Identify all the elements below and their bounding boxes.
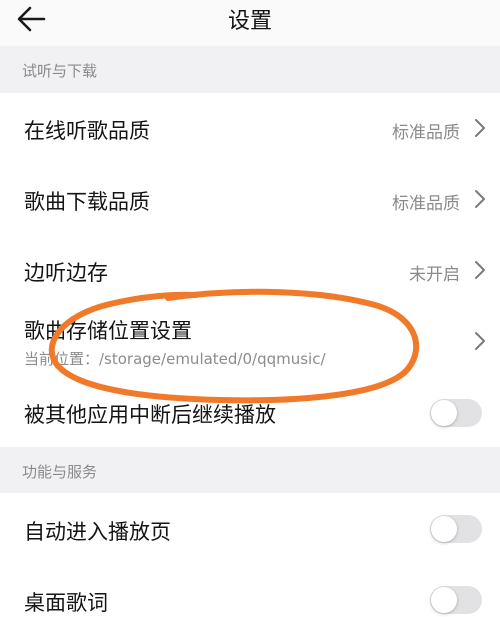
page-title: 设置: [227, 9, 272, 34]
toggle-knob: [431, 516, 457, 542]
toggle-switch[interactable]: [430, 586, 482, 614]
setting-download-quality[interactable]: 歌曲下载品质 标准品质: [0, 163, 500, 235]
setting-label: 自动进入播放页: [24, 520, 171, 544]
setting-continue-after-interrupt[interactable]: 被其他应用中断后继续播放: [0, 383, 500, 447]
setting-value: 标准品质: [392, 194, 460, 214]
setting-storage-location[interactable]: 歌曲存储位置设置 当前位置：/storage/emulated/0/qqmusi…: [0, 305, 500, 383]
toggle-knob: [431, 400, 457, 426]
setting-label: 边听边存: [24, 261, 108, 285]
section-label: 功能与服务: [22, 463, 98, 481]
section-header-listen-download: 试听与下载: [0, 46, 500, 93]
toggle-switch[interactable]: [430, 515, 482, 543]
chevron-right-icon: [475, 332, 485, 350]
setting-label: 歌曲下载品质: [24, 190, 150, 214]
chevron-right-icon: [475, 190, 485, 208]
storage-path: 当前位置：/storage/emulated/0/qqmusic/: [24, 350, 326, 368]
toggle-switch[interactable]: [430, 399, 482, 427]
top-bar: 设置: [0, 0, 500, 46]
setting-label: 在线听歌品质: [24, 119, 150, 143]
chevron-right-icon: [475, 119, 485, 137]
setting-value: 未开启: [409, 265, 460, 285]
setting-auto-enter-player[interactable]: 自动进入播放页: [0, 493, 500, 565]
setting-cache-while-listening[interactable]: 边听边存 未开启: [0, 235, 500, 305]
setting-label: 桌面歌词: [24, 591, 108, 615]
setting-desktop-lyrics[interactable]: 桌面歌词: [0, 565, 500, 615]
setting-label: 被其他应用中断后继续播放: [24, 403, 276, 427]
setting-value: 标准品质: [392, 123, 460, 143]
section-label: 试听与下载: [22, 62, 98, 80]
toggle-knob: [431, 587, 457, 613]
setting-label: 歌曲存储位置设置: [24, 319, 192, 343]
setting-online-quality[interactable]: 在线听歌品质 标准品质: [0, 93, 500, 163]
chevron-right-icon: [475, 261, 485, 279]
section-header-features-services: 功能与服务: [0, 447, 500, 493]
